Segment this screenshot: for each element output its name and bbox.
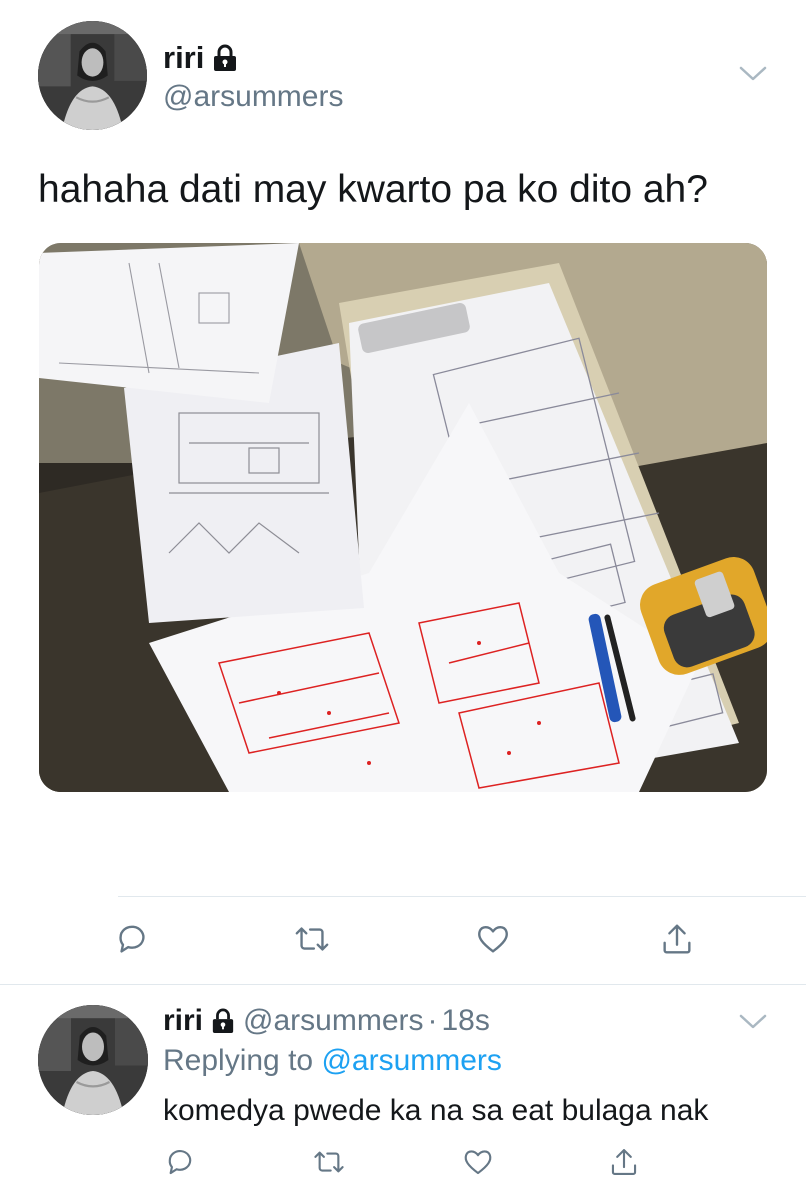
author-name-row[interactable]: riri (163, 40, 238, 76)
like-icon (461, 1145, 495, 1179)
share-icon (658, 920, 696, 958)
divider (118, 896, 806, 897)
separator-dot: · (427, 1004, 438, 1037)
replying-to-line: Replying to @arsummers (163, 1044, 502, 1078)
retweet-icon (310, 1145, 348, 1179)
avatar[interactable] (38, 21, 147, 130)
retweet-button[interactable] (290, 917, 334, 961)
reply-icon (113, 920, 151, 958)
author-handle[interactable]: @arsummers (243, 1004, 423, 1038)
share-icon (607, 1145, 641, 1179)
divider (0, 984, 806, 985)
lock-icon (211, 1008, 235, 1034)
tweet-media-image[interactable] (39, 243, 767, 792)
timestamp[interactable]: 18s (442, 1004, 490, 1038)
lock-icon (212, 44, 238, 72)
avatar[interactable] (38, 1005, 148, 1115)
chevron-down-icon[interactable] (738, 1012, 768, 1032)
like-button[interactable] (456, 1140, 500, 1184)
main-tweet: riri @arsummers hahaha dati may kwarto p… (0, 0, 806, 985)
retweet-button[interactable] (307, 1140, 351, 1184)
like-icon (474, 920, 512, 958)
author-handle[interactable]: @arsummers (163, 80, 343, 114)
display-name[interactable]: riri (163, 40, 204, 76)
share-button[interactable] (602, 1140, 646, 1184)
reply-button[interactable] (158, 1140, 202, 1184)
reply-icon (163, 1145, 197, 1179)
share-button[interactable] (655, 917, 699, 961)
reply-text: komedya pwede ka na sa eat bulaga nak (163, 1094, 709, 1127)
display-name[interactable]: riri (163, 1004, 203, 1038)
reply-header: riri @arsummers · 18s (163, 1004, 490, 1038)
tweet-text: hahaha dati may kwarto pa ko dito ah? (38, 168, 708, 211)
chevron-down-icon[interactable] (738, 64, 768, 84)
retweet-icon (291, 920, 333, 958)
like-button[interactable] (471, 917, 515, 961)
reply-button[interactable] (110, 917, 154, 961)
mention-link[interactable]: @arsummers (321, 1044, 501, 1077)
replying-prefix: Replying to (163, 1044, 314, 1077)
